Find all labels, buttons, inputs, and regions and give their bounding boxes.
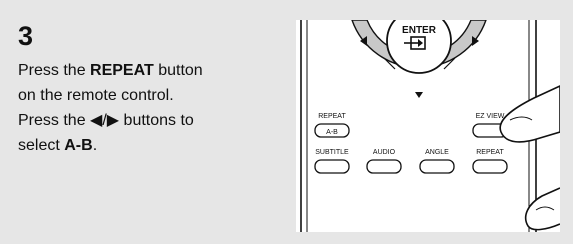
step-instructions: Press the REPEAT button on the remote co… bbox=[18, 58, 268, 158]
angle-button[interactable] bbox=[419, 159, 455, 174]
ez-view-label: EZ VIEW bbox=[476, 113, 505, 120]
left-right-arrows-glyph: ◀/▶ bbox=[90, 112, 120, 129]
repeat-keyword: REPEAT bbox=[90, 62, 154, 79]
instruction-line-3: Press the ◀/▶ buttons to bbox=[18, 112, 194, 129]
step-number: 3 bbox=[18, 21, 34, 51]
instruction-line-4: select A-B. bbox=[18, 137, 98, 154]
repeat-top-label: REPEAT bbox=[318, 113, 346, 120]
remote-svg: ENTER REPEAT A-B EZ VIEW SUBTITLE AUDIO … bbox=[300, 20, 560, 232]
subtitle-button[interactable] bbox=[314, 159, 350, 174]
repeat-bottom-button[interactable] bbox=[472, 159, 508, 174]
remote-control-illustration: ENTER REPEAT A-B EZ VIEW SUBTITLE AUDIO … bbox=[296, 20, 560, 232]
subtitle-label: SUBTITLE bbox=[315, 149, 349, 156]
angle-label: ANGLE bbox=[425, 149, 449, 156]
instruction-line-2: on the remote control. bbox=[18, 87, 174, 104]
enter-label: ENTER bbox=[402, 25, 437, 36]
audio-label: AUDIO bbox=[373, 149, 396, 156]
down-arrow-icon bbox=[415, 92, 423, 98]
instruction-panel: 3 Press the REPEAT button on the remote … bbox=[0, 0, 573, 244]
ab-keyword: A-B bbox=[64, 137, 93, 154]
instruction-line-1: Press the REPEAT button bbox=[18, 62, 203, 79]
repeat-bottom-label: REPEAT bbox=[476, 149, 504, 156]
audio-button[interactable] bbox=[366, 159, 402, 174]
finger-illustration bbox=[499, 85, 560, 231]
ab-label: A-B bbox=[326, 129, 338, 136]
